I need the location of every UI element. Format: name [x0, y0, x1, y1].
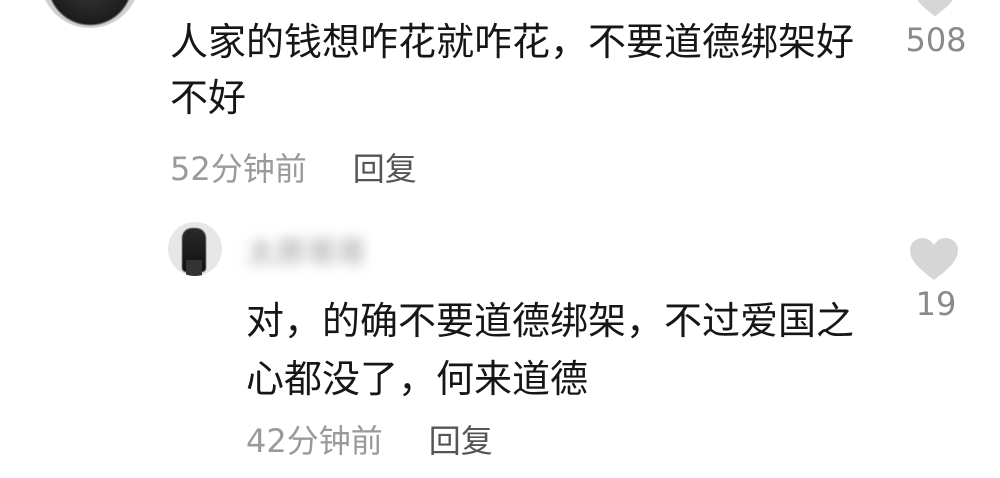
reply-username[interactable]: 太原哥哥: [246, 234, 366, 274]
comment-meta: 52分钟前 回复: [170, 144, 417, 194]
reply-reply-button[interactable]: 回复: [429, 416, 493, 466]
heart-icon: [917, 0, 953, 17]
reply-avatar[interactable]: [168, 222, 222, 276]
comment-text: 人家的钱想咋花就咋花，不要道德绑架好不好: [170, 20, 855, 120]
avatar[interactable]: [40, 0, 140, 28]
heart-icon: [910, 238, 958, 280]
reply-timestamp: 42分钟前: [246, 422, 383, 460]
reply-text: 对，的确不要道德绑架，不过爱国之心都没了，何来道德: [246, 299, 855, 401]
like-button[interactable]: [912, 0, 958, 18]
reply-button[interactable]: 回复: [353, 144, 417, 194]
reply-meta: 42分钟前 回复: [246, 416, 493, 466]
timestamp: 52分钟前: [170, 150, 307, 188]
like-count: 508: [905, 21, 967, 59]
reply-like-button[interactable]: [908, 236, 960, 282]
reply-like-count: 19: [915, 285, 957, 323]
